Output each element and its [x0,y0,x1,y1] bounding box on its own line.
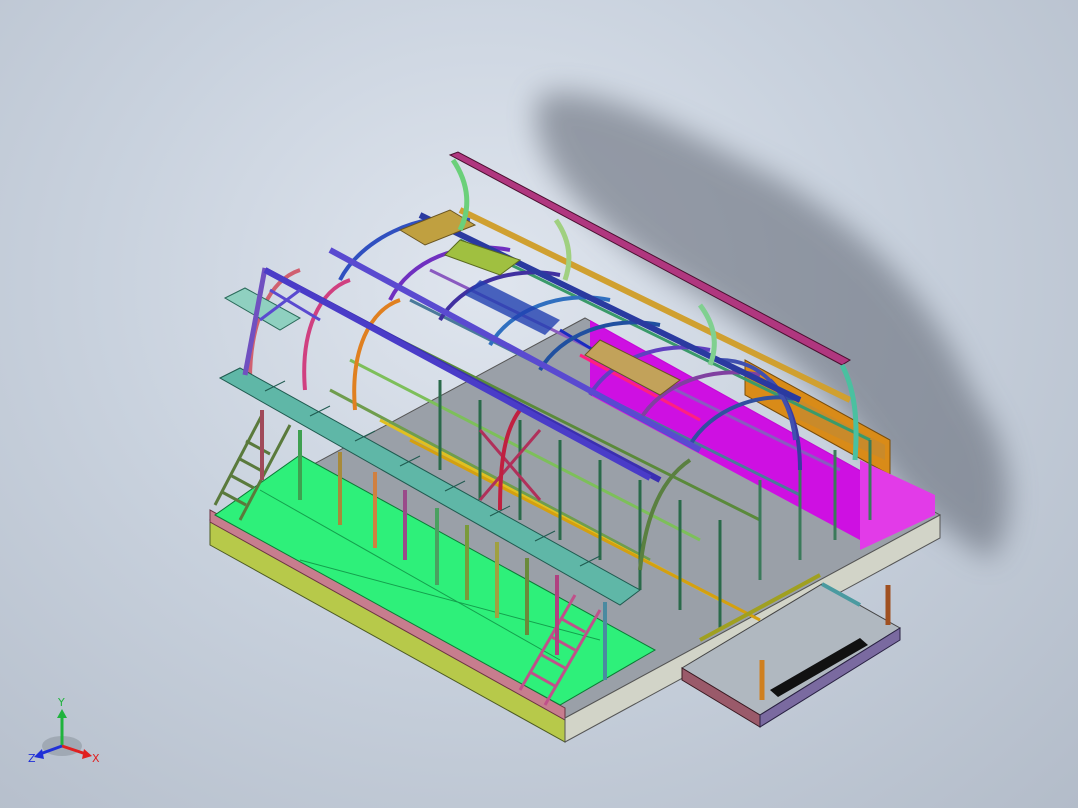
triad-graphic: Y X Z [28,696,100,765]
y-axis-head [57,709,67,718]
coordinate-triad[interactable]: Y X Z [24,694,104,774]
x-axis-head [82,749,92,759]
cad-3d-viewport[interactable]: Y X Z [0,0,1078,808]
frame-assembly-model[interactable] [0,0,1078,808]
y-axis-label: Y [57,696,65,709]
x-axis-label: X [92,752,100,765]
top-beam-support [553,218,572,281]
z-axis-label: Z [28,752,36,765]
left-column [242,267,268,376]
